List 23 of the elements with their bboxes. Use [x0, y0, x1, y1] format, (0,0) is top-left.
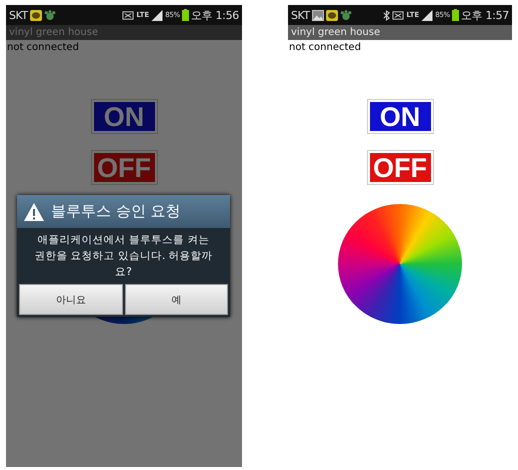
on-button[interactable]: ON [92, 100, 156, 133]
vibrate-icon [392, 10, 404, 20]
clock-time: 오후 1:57 [460, 8, 509, 22]
signal-icon [151, 10, 164, 20]
bluetooth-icon [383, 10, 390, 20]
dialog-message: 애플리케이션에서 블루투스를 켜는 권한을 요청하고 있습니다. 허용할까요? [17, 228, 230, 284]
battery-icon [452, 9, 459, 21]
battery-icon [182, 9, 189, 21]
carrier-label: SKT [9, 8, 28, 22]
warning-icon [23, 202, 45, 222]
connection-status: not connected [288, 41, 362, 55]
on-button[interactable]: ON [368, 100, 432, 133]
signal-icon [421, 10, 434, 20]
app-title-bar: vinyl green house [6, 25, 242, 40]
dialog-title: 블루투스 승인 요청 [51, 202, 181, 221]
connection-status: not connected [6, 41, 80, 55]
yes-button[interactable]: 예 [124, 284, 228, 315]
vibrate-icon [122, 10, 134, 20]
clock-time: 오후 1:56 [190, 8, 239, 22]
off-button[interactable]: OFF [368, 151, 432, 184]
carrier-label: SKT [291, 8, 310, 22]
no-button[interactable]: 아니요 [19, 284, 122, 315]
app-title-bar: vinyl green house [288, 25, 512, 40]
